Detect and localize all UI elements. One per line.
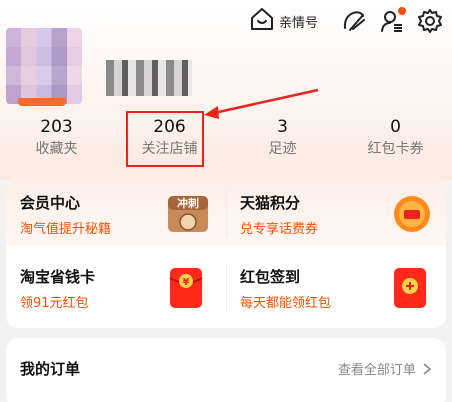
stat-label: 红包卡券 (367, 141, 424, 157)
family-button[interactable]: 亲情号 (249, 6, 318, 36)
nickname-blurred[interactable] (106, 60, 192, 96)
cell-subtitle: 每天都能领红包 (240, 296, 332, 311)
badge-text: ¥ (183, 277, 190, 288)
stat-footprints[interactable]: 3 足迹 (226, 116, 339, 158)
avatar[interactable] (6, 28, 82, 104)
orders-title: 我的订单 (20, 360, 81, 378)
benefits-card: 会员中心 淘气值提升秘籍 冲刺 天猫积分 兑专享话费券 淘宝省钱卡 领91元红包 (6, 176, 446, 328)
settings-gear-icon[interactable] (416, 7, 444, 35)
family-home-icon (249, 6, 275, 36)
red-packet-checkin-cell[interactable]: 红包签到 每天都能领红包 (226, 252, 446, 328)
stat-number: 203 (40, 117, 73, 137)
top-bar: 亲情号 (249, 6, 444, 36)
cell-title: 红包签到 (240, 268, 301, 286)
member-center-cell[interactable]: 会员中心 淘气值提升秘籍 冲刺 (6, 176, 226, 252)
cell-subtitle: 淘气值提升秘籍 (20, 222, 112, 237)
cell-title: 淘宝省钱卡 (20, 268, 96, 286)
family-label: 亲情号 (278, 15, 318, 31)
stats-row: 203 收藏夹 206 关注店铺 3 足迹 0 红包卡券 (0, 116, 452, 158)
brush-icon[interactable] (340, 7, 368, 35)
stat-number: 3 (277, 117, 288, 137)
points-coin-icon (392, 194, 432, 234)
my-orders-section: 我的订单 查看全部订单 (6, 338, 446, 402)
sprint-badge-icon: 冲刺 (166, 192, 210, 236)
stat-label: 足迹 (268, 141, 297, 157)
red-envelope-icon: ¥ (168, 266, 204, 310)
badge-text: 冲刺 (177, 196, 199, 210)
stat-coupons[interactable]: 0 红包卡券 (339, 116, 452, 158)
profile-settings-icon[interactable] (378, 7, 406, 35)
notification-dot (398, 7, 406, 15)
tmall-points-cell[interactable]: 天猫积分 兑专享话费券 (226, 176, 446, 252)
stat-label: 收藏夹 (35, 141, 78, 157)
savings-card-cell[interactable]: 淘宝省钱卡 领91元红包 ¥ (6, 252, 226, 328)
chevron-right-icon (420, 363, 432, 378)
cell-subtitle: 领91元红包 (20, 296, 89, 311)
cell-title: 天猫积分 (240, 194, 301, 212)
cell-title: 会员中心 (20, 194, 81, 212)
member-tag (18, 98, 66, 106)
view-all-orders-link[interactable]: 查看全部订单 (338, 359, 432, 378)
stat-number: 0 (390, 117, 401, 137)
checkin-envelope-icon (392, 266, 428, 310)
stat-favorites[interactable]: 203 收藏夹 (0, 116, 113, 158)
annotation-highlight-box (126, 111, 204, 167)
cell-subtitle: 兑专享话费券 (240, 222, 319, 237)
view-all-label: 查看全部订单 (337, 363, 416, 378)
